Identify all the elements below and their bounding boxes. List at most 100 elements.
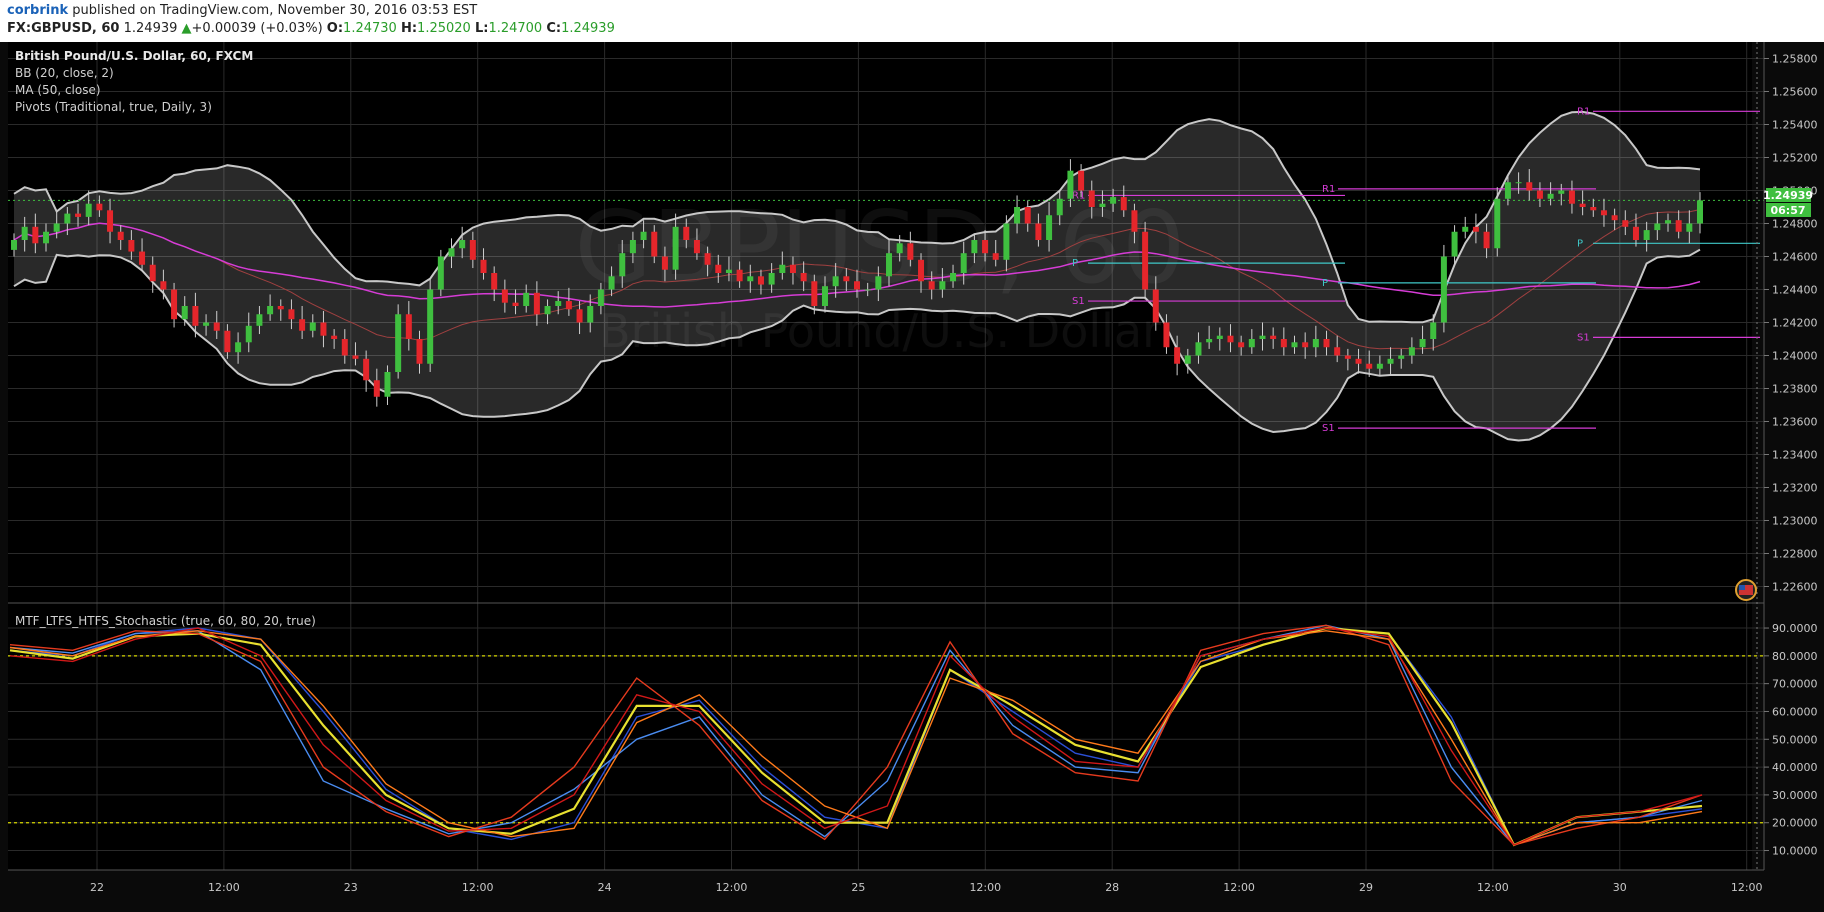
candle-body bbox=[331, 335, 338, 339]
legend-bb[interactable]: BB (20, close, 2) bbox=[15, 66, 114, 80]
price-tick-label: 1.25600 bbox=[1772, 86, 1818, 99]
candle-body bbox=[1206, 339, 1213, 343]
symbol-line: FX:GBPUSD, 60 1.24939 ▲+0.00039 (+0.03%)… bbox=[7, 21, 615, 36]
candle-body bbox=[1078, 170, 1085, 191]
candle-body bbox=[918, 259, 925, 282]
chart-canvas[interactable]: GBPUSD, 60 British Pound/U.S. Dollar R1P… bbox=[0, 42, 1824, 912]
legend-ma[interactable]: MA (50, close) bbox=[15, 83, 101, 97]
candle-body bbox=[1408, 347, 1415, 356]
price-tick-label: 1.23600 bbox=[1772, 416, 1818, 429]
candle-body bbox=[555, 301, 562, 306]
candle-body bbox=[768, 273, 775, 285]
candle-body bbox=[1312, 339, 1319, 348]
candle-body bbox=[843, 276, 850, 282]
candle-body bbox=[1024, 207, 1031, 224]
candle-body bbox=[53, 223, 60, 232]
candle-body bbox=[427, 289, 434, 364]
candle-body bbox=[1536, 190, 1543, 199]
candle-body bbox=[1302, 342, 1309, 348]
candle-body bbox=[523, 292, 530, 306]
candle-body bbox=[1056, 198, 1063, 216]
stoch-tick-label: 10.0000 bbox=[1772, 845, 1818, 858]
candle-body bbox=[533, 292, 540, 315]
time-tick-label: 28 bbox=[1105, 881, 1119, 894]
price-tick-label: 1.23000 bbox=[1772, 515, 1818, 528]
candle-body bbox=[1003, 223, 1010, 260]
price-tick-label: 1.25200 bbox=[1772, 152, 1818, 165]
candle-body bbox=[1387, 358, 1394, 364]
legend-title[interactable]: British Pound/U.S. Dollar, 60, FXCM bbox=[15, 49, 253, 63]
candle-body bbox=[1376, 363, 1383, 369]
candle-body bbox=[1558, 190, 1565, 194]
candle-body bbox=[576, 309, 583, 323]
pivot-r1-label: R1 bbox=[1322, 184, 1335, 195]
candle-body bbox=[1163, 322, 1170, 348]
candle bbox=[1440, 244, 1447, 333]
candle-body bbox=[107, 210, 114, 232]
pivot-s1-label: S1 bbox=[1577, 332, 1590, 343]
candle-body bbox=[1366, 363, 1373, 369]
candle-body bbox=[171, 289, 178, 320]
candle-body bbox=[544, 306, 551, 315]
candle-body bbox=[779, 264, 786, 273]
pivot-s1-label: S1 bbox=[1072, 296, 1085, 307]
countdown-badge: 06:57 bbox=[1766, 203, 1811, 217]
time-tick-label: 30 bbox=[1613, 881, 1627, 894]
candle-body bbox=[651, 231, 658, 257]
candle-body bbox=[160, 281, 167, 290]
price-tick-label: 1.23800 bbox=[1772, 383, 1818, 396]
candle-body bbox=[469, 240, 476, 260]
time-tick-label: 12:00 bbox=[462, 881, 494, 894]
candle-body bbox=[939, 281, 946, 290]
candle-body bbox=[896, 243, 903, 254]
candle-body bbox=[1355, 358, 1362, 364]
candle-body bbox=[661, 256, 668, 270]
candle-body bbox=[800, 273, 807, 282]
candle-body bbox=[11, 240, 17, 250]
legend-pivots[interactable]: Pivots (Traditional, true, Daily, 3) bbox=[15, 100, 212, 114]
candle-body bbox=[1632, 226, 1639, 240]
stoch-scale[interactable]: 90.0000 80.0000 70.0000 60.0000 50.0000 40.00… bbox=[1764, 622, 1818, 858]
low-label: L: bbox=[474, 21, 489, 36]
candle-body bbox=[341, 339, 348, 356]
time-tick-label: 25 bbox=[851, 881, 865, 894]
time-tick-label: 29 bbox=[1359, 881, 1373, 894]
stoch-tick-label: 20.0000 bbox=[1772, 817, 1818, 830]
last-price-badge: 1.24939 bbox=[1763, 188, 1813, 202]
candle-body bbox=[299, 319, 306, 331]
candle-body bbox=[1280, 339, 1287, 348]
candle-body bbox=[277, 306, 284, 310]
price-change: +0.00039 (+0.03%) bbox=[191, 21, 323, 36]
candle-body bbox=[982, 240, 989, 254]
candle-body bbox=[1515, 182, 1522, 184]
candle-body bbox=[1451, 231, 1458, 257]
candle-body bbox=[267, 306, 274, 315]
candle-body bbox=[1472, 226, 1479, 232]
flag-icon[interactable] bbox=[1735, 579, 1757, 601]
price-tick-label: 1.24400 bbox=[1772, 284, 1818, 297]
candle-body bbox=[85, 203, 92, 217]
time-tick-label: 22 bbox=[90, 881, 104, 894]
candle-body bbox=[1323, 339, 1330, 348]
author-link[interactable]: corbrink bbox=[7, 3, 68, 18]
candle-body bbox=[960, 253, 967, 273]
price-tick-label: 1.22600 bbox=[1772, 581, 1818, 594]
candle-body bbox=[459, 240, 466, 249]
candle-body bbox=[1664, 220, 1671, 224]
candle-body bbox=[320, 322, 327, 336]
candle-body bbox=[1611, 215, 1618, 221]
price-tick-label: 1.25800 bbox=[1772, 53, 1818, 66]
candle-body bbox=[1483, 231, 1490, 249]
stoch-tick-label: 30.0000 bbox=[1772, 789, 1818, 802]
candle bbox=[437, 249, 444, 297]
low-value: 1.24700 bbox=[488, 21, 543, 36]
candle-body bbox=[1419, 339, 1426, 348]
candle-body bbox=[1152, 289, 1159, 323]
candle-body bbox=[832, 276, 839, 287]
candle-body bbox=[1643, 230, 1650, 240]
candle-body bbox=[950, 273, 957, 282]
candle-body bbox=[405, 314, 412, 339]
price-tick-label: 1.24200 bbox=[1772, 317, 1818, 330]
close-value: 1.24939 bbox=[561, 21, 615, 36]
legend-stochastic[interactable]: MTF_LTFS_HTFS_Stochastic (true, 60, 80, … bbox=[15, 614, 316, 628]
